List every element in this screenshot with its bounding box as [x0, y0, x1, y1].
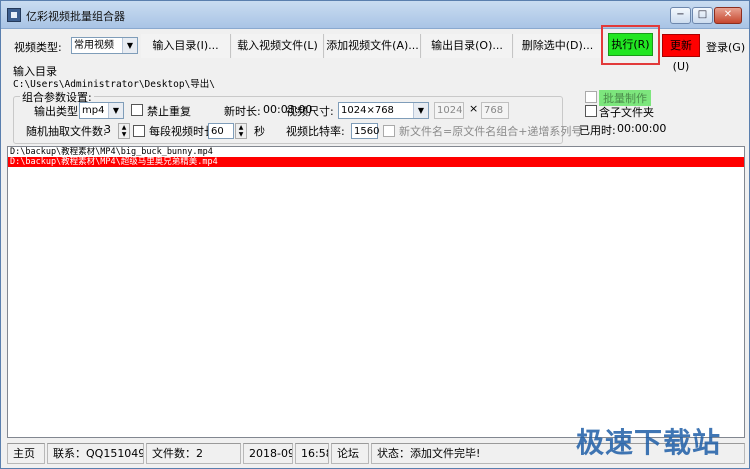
new-duration-label: 新时长:	[224, 105, 261, 118]
subfolder-label: 含子文件夹	[599, 106, 654, 119]
close-button[interactable]: ✕	[714, 7, 742, 24]
bitrate-label: 视频比特率:	[286, 125, 345, 138]
video-type-select[interactable]: 常用视频 ▼	[71, 37, 138, 54]
video-type-value: 常用视频	[74, 40, 114, 51]
app-icon	[7, 8, 21, 22]
combine-params-group: 组合参数设置: 输出类型: mp4 ▼ 禁止重复 新时长: 00:03:00 视…	[13, 89, 582, 144]
file-count: 文件数：2	[146, 443, 241, 464]
minimize-button[interactable]: −	[670, 7, 691, 24]
execute-highlight: 执行(R)	[601, 25, 660, 65]
video-type-label: 视频类型:	[14, 41, 62, 54]
output-type-label: 输出类型:	[34, 105, 82, 118]
batch-checkbox[interactable]	[585, 91, 597, 103]
newname-checkbox[interactable]	[383, 125, 395, 137]
login-button[interactable]: 登录(G)	[706, 39, 745, 55]
segment-unit: 秒	[254, 125, 265, 138]
chevron-down-icon: ▼	[413, 103, 428, 118]
newname-label: 新文件名=原文件名组合+递增系列号	[399, 125, 583, 138]
video-size-label: 视频尺寸:	[286, 105, 334, 118]
output-dir-button[interactable]: 输出目录(O)...	[422, 34, 513, 58]
bitrate-input[interactable]: 1560	[351, 123, 379, 139]
width-input[interactable]: 1024	[434, 102, 464, 119]
home-link[interactable]: 主页	[7, 443, 45, 464]
file-list[interactable]: D:\backup\教程素材\MP4\big_buck_bunny.mp4 D:…	[7, 146, 745, 438]
times-sign: ×	[469, 102, 479, 115]
app-window: 亿彩视频批量组合器 − □ ✕ 视频类型: 常用视频 ▼ 输入目录(I)... …	[0, 0, 750, 469]
elapsed-label: 已用时:	[579, 124, 616, 137]
status-time: 16:58	[295, 443, 329, 464]
random-count-label: 随机抽取文件数:	[26, 125, 107, 138]
status-date: 2018-09-10	[243, 443, 293, 464]
segment-duration-input[interactable]: 60	[208, 123, 234, 139]
watermark: 极速下载站	[576, 426, 722, 459]
execute-button[interactable]: 执行(R)	[608, 33, 653, 56]
output-type-value: mp4	[82, 105, 105, 116]
maximize-button[interactable]: □	[692, 7, 713, 24]
list-item[interactable]: D:\backup\教程素材\MP4\big_buck_bunny.mp4	[8, 147, 744, 157]
no-repeat-label: 禁止重复	[147, 105, 191, 118]
input-dir-button[interactable]: 输入目录(I)...	[141, 34, 231, 58]
list-item-selected[interactable]: D:\backup\教程素材\MP4\超级马里奥兄弟精美.mp4	[8, 157, 744, 167]
random-count-spinner[interactable]: ▲ ▼	[118, 123, 130, 139]
chevron-down-icon: ▼	[108, 103, 123, 118]
height-input[interactable]: 768	[481, 102, 509, 119]
elapsed-value: 00:00:00	[617, 122, 667, 135]
segment-duration-spinner[interactable]: ▲ ▼	[235, 123, 247, 139]
load-video-button[interactable]: 载入视频文件(L)	[232, 34, 324, 58]
input-dir-path: C:\Users\Administrator\Desktop\导出\	[13, 79, 216, 90]
forum-link[interactable]: 论坛	[331, 443, 369, 464]
contact-info: 联系：QQ15104946	[47, 443, 144, 464]
add-video-button[interactable]: 添加视频文件(A)...	[325, 34, 421, 58]
delete-selected-button[interactable]: 删除选中(D)...	[514, 34, 602, 58]
subfolder-checkbox[interactable]	[585, 105, 597, 117]
chevron-down-icon: ▼	[122, 38, 137, 53]
output-type-select[interactable]: mp4 ▼	[79, 102, 124, 119]
no-repeat-checkbox[interactable]	[131, 104, 143, 116]
random-count-value: 3	[104, 123, 111, 136]
segment-duration-checkbox[interactable]	[133, 125, 145, 137]
window-title: 亿彩视频批量组合器	[26, 10, 125, 23]
video-size-select[interactable]: 1024×768 ▼	[338, 102, 429, 119]
video-size-value: 1024×768	[341, 105, 394, 116]
update-button[interactable]: 更新(U)	[662, 34, 700, 73]
